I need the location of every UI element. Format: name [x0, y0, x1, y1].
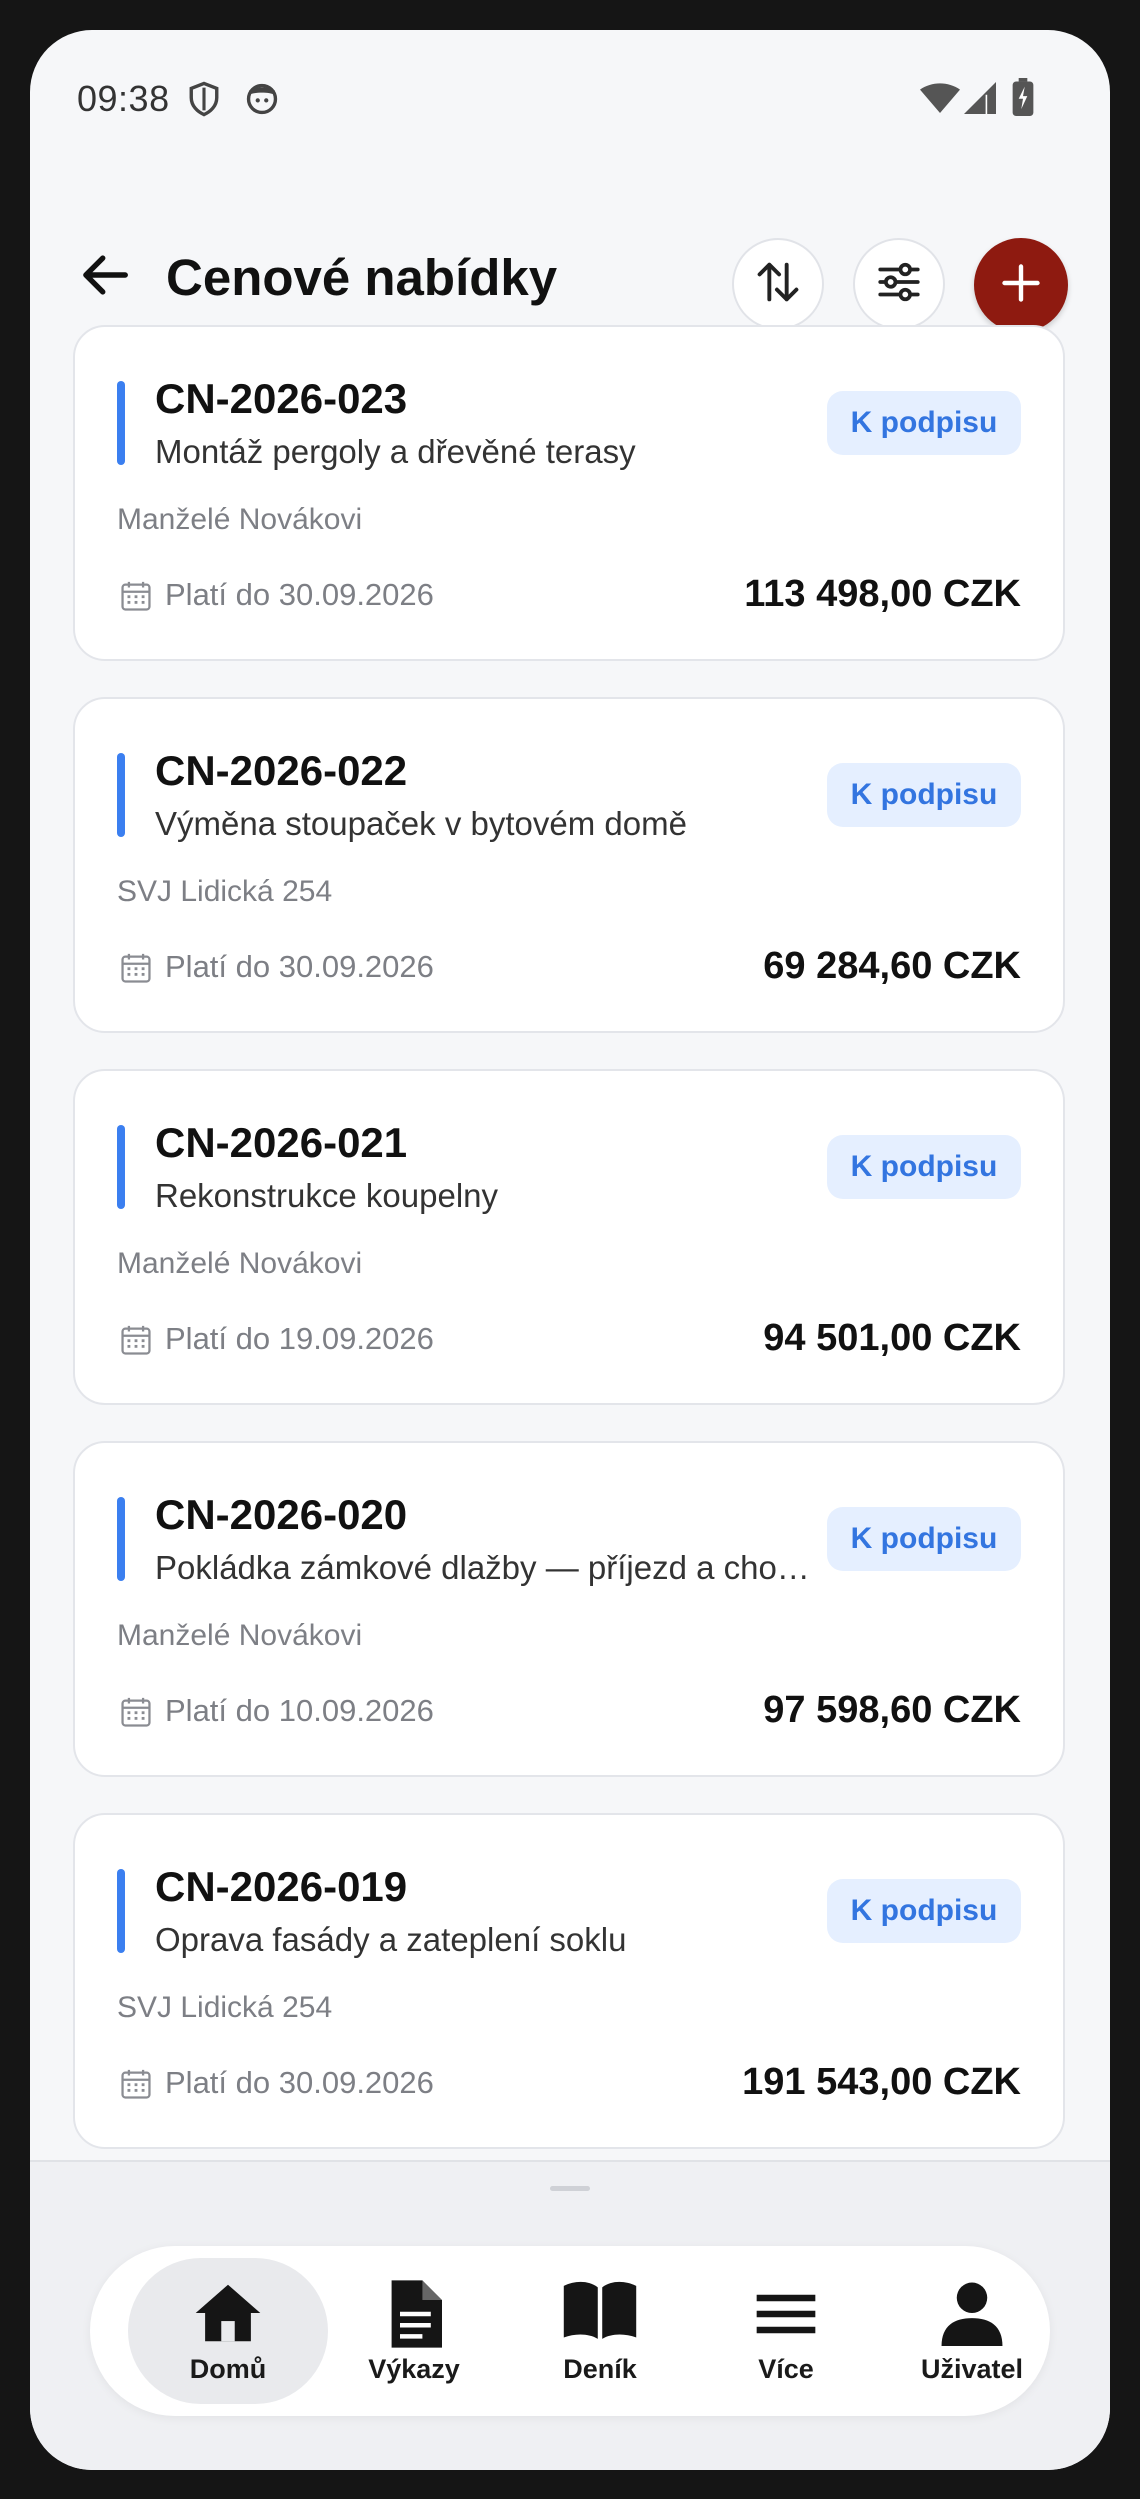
nav-item-reports[interactable]: Výkazy: [322, 2258, 506, 2404]
valid-until: Platí do 30.09.2026: [165, 949, 434, 984]
phone-screen: 09:38 Cenové nabídky CN-2026-023 Montáž …: [30, 30, 1110, 2470]
quote-client: Manželé Novákovi: [117, 503, 363, 536]
card-accent-bar: [117, 1869, 125, 1953]
menu-icon: [754, 2294, 818, 2339]
status-badge: K podpisu: [827, 763, 1021, 827]
quote-description: Pokládka zámkové dlažby — příjezd a cho…: [155, 1549, 810, 1586]
status-badge: K podpisu: [827, 1879, 1021, 1943]
calendar-icon: [119, 2067, 153, 2101]
quote-description: Rekonstrukce koupelny: [155, 1177, 499, 1214]
signal-icon: [964, 82, 996, 119]
filter-button[interactable]: [853, 238, 945, 330]
quote-client: Manželé Novákovi: [117, 1619, 363, 1652]
valid-until: Platí do 30.09.2026: [165, 577, 434, 612]
valid-until: Platí do 19.09.2026: [165, 1321, 434, 1356]
card-accent-bar: [117, 1125, 125, 1209]
quote-code: CN-2026-023: [155, 375, 408, 422]
quote-code: CN-2026-020: [155, 1491, 408, 1538]
page-title: Cenové nabídky: [166, 249, 558, 306]
status-bar: 09:38: [30, 30, 1110, 160]
calendar-icon: [119, 579, 153, 613]
card-accent-bar: [117, 1497, 125, 1581]
quote-amount: 191 543,00 CZK: [742, 2061, 1021, 2103]
nav-label-diary: Deník: [563, 2354, 637, 2384]
quote-client: SVJ Lidická 254: [117, 875, 333, 908]
calendar-icon: [119, 1323, 153, 1357]
quote-amount: 113 498,00 CZK: [744, 573, 1021, 615]
nav-item-user[interactable]: Uživatel: [880, 2258, 1064, 2404]
card-accent-bar: [117, 753, 125, 837]
shield-icon: [187, 80, 221, 123]
status-badge: K podpisu: [827, 1507, 1021, 1571]
home-icon: [193, 2280, 263, 2351]
quote-client: SVJ Lidická 254: [117, 1991, 333, 2024]
plus-icon: [999, 261, 1043, 310]
battery-icon: [1012, 78, 1034, 121]
calendar-icon: [119, 951, 153, 985]
quote-card[interactable]: CN-2026-023 Montáž pergoly a dřevěné tera…: [73, 325, 1065, 661]
valid-until: Platí do 30.09.2026: [165, 2065, 434, 2100]
bottom-navigation: Domů Výkazy Deník Více Uživatel: [90, 2246, 1050, 2416]
back-arrow-icon[interactable]: [78, 248, 132, 302]
quote-code: CN-2026-019: [155, 1863, 408, 1910]
status-badge: K podpisu: [827, 1135, 1021, 1199]
app-bar: Cenové nabídky: [30, 200, 1110, 340]
user-icon: [941, 2280, 1003, 2351]
document-icon: [386, 2280, 442, 2353]
valid-until: Platí do 10.09.2026: [165, 1693, 434, 1728]
status-time: 09:38: [77, 78, 170, 119]
divider: [30, 2160, 1110, 2162]
nav-item-more[interactable]: Více: [694, 2258, 878, 2404]
quote-description: Výměna stoupaček v bytovém domě: [155, 805, 687, 842]
book-icon: [561, 2280, 639, 2347]
quote-card[interactable]: CN-2026-019 Oprava fasády a zateplení sok…: [73, 1813, 1065, 2149]
filter-sliders-icon: [874, 257, 924, 312]
face-icon: [245, 82, 279, 121]
wifi-icon: [920, 82, 960, 119]
sheet-handle[interactable]: [550, 2186, 590, 2191]
quote-amount: 97 598,60 CZK: [763, 1689, 1021, 1731]
calendar-icon: [119, 1695, 153, 1729]
nav-item-home[interactable]: Domů: [128, 2258, 328, 2404]
card-accent-bar: [117, 381, 125, 465]
add-quote-button[interactable]: [974, 238, 1068, 332]
status-badge: K podpisu: [827, 391, 1021, 455]
quote-code: CN-2026-021: [155, 1119, 408, 1166]
nav-label-user: Uživatel: [920, 2354, 1024, 2384]
nav-label-reports: Výkazy: [368, 2354, 460, 2384]
quote-card[interactable]: CN-2026-021 Rekonstrukce koupelny K podpis…: [73, 1069, 1065, 1405]
sort-button[interactable]: [732, 238, 824, 330]
sort-arrows-icon: [752, 256, 804, 313]
quote-card[interactable]: CN-2026-020 Pokládka zámkové dlažby — pří…: [73, 1441, 1065, 1777]
nav-label-more: Více: [758, 2354, 814, 2384]
quote-description: Oprava fasády a zateplení soklu: [155, 1921, 627, 1958]
quote-amount: 94 501,00 CZK: [763, 1317, 1021, 1359]
quote-code: CN-2026-022: [155, 747, 408, 794]
quote-amount: 69 284,60 CZK: [763, 945, 1021, 987]
quote-description: Montáž pergoly a dřevěné terasy: [155, 433, 636, 470]
nav-label-home: Domů: [189, 2354, 267, 2384]
nav-item-diary[interactable]: Deník: [508, 2258, 692, 2404]
quote-client: Manželé Novákovi: [117, 1247, 363, 1280]
quote-card[interactable]: CN-2026-022 Výměna stoupaček v bytovém do…: [73, 697, 1065, 1033]
